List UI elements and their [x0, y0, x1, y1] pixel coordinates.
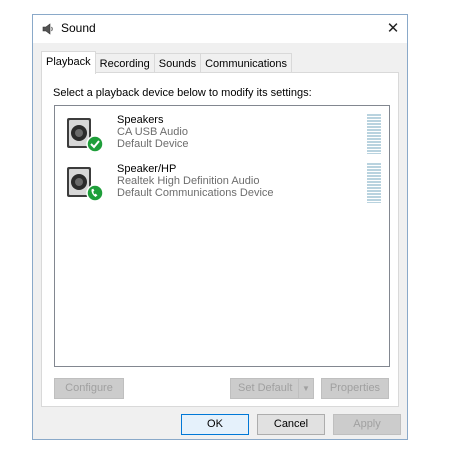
title-bar: Sound ✕ — [33, 15, 407, 43]
device-info: Speakers CA USB Audio Default Device — [117, 114, 189, 150]
volume-meter — [367, 163, 381, 203]
device-status: Default Device — [117, 138, 189, 150]
window-title: Sound — [61, 21, 96, 35]
close-button[interactable]: ✕ — [379, 15, 407, 43]
configure-button[interactable]: Configure — [54, 378, 124, 399]
device-info: Speaker/HP Realtek High Definition Audio… — [117, 163, 274, 199]
device-driver: Realtek High Definition Audio — [117, 175, 260, 187]
sound-dialog: Sound ✕ Playback Recording Sounds Commun… — [32, 14, 408, 440]
ok-button[interactable]: OK — [181, 414, 249, 435]
properties-button[interactable]: Properties — [321, 378, 389, 399]
apply-button[interactable]: Apply — [333, 414, 401, 435]
tab-communications[interactable]: Communications — [200, 53, 293, 74]
instruction-text: Select a playback device below to modify… — [53, 87, 312, 99]
cancel-button[interactable]: Cancel — [257, 414, 325, 435]
device-list[interactable]: Speakers CA USB Audio Default Device Spe… — [54, 105, 390, 367]
device-name: Speaker/HP — [117, 163, 177, 175]
device-driver: CA USB Audio — [117, 126, 188, 138]
playback-panel: Select a playback device below to modify… — [41, 72, 399, 407]
device-item-speakers[interactable]: Speakers CA USB Audio Default Device — [55, 112, 389, 156]
speaker-device-icon — [67, 167, 104, 202]
close-icon: ✕ — [386, 20, 400, 37]
tab-playback[interactable]: Playback — [41, 51, 96, 74]
tab-sounds[interactable]: Sounds — [153, 53, 202, 74]
tab-recording[interactable]: Recording — [94, 53, 155, 74]
device-name: Speakers — [117, 114, 164, 126]
volume-meter — [367, 114, 381, 154]
speaker-device-icon — [67, 118, 104, 153]
device-item-speaker-hp[interactable]: Speaker/HP Realtek High Definition Audio… — [55, 161, 389, 205]
set-default-label: Set Default — [238, 382, 293, 394]
device-status: Default Communications Device — [117, 187, 274, 199]
chevron-down-icon[interactable]: ▼ — [298, 379, 313, 398]
tab-strip: Playback Recording Sounds Communications — [41, 51, 293, 74]
speaker-icon — [42, 23, 53, 35]
set-default-button[interactable]: Set Default ▼ — [230, 378, 314, 399]
